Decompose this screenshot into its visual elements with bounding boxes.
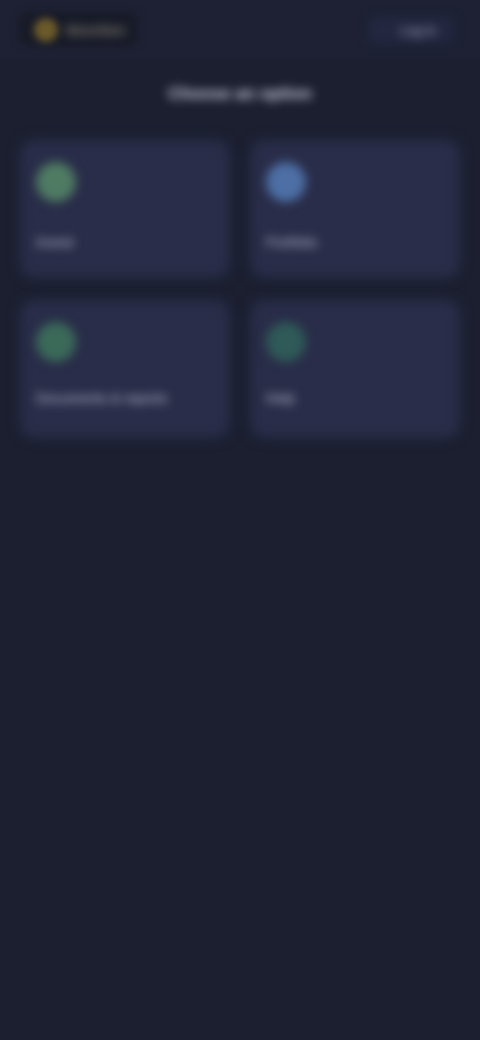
login-button-label: Log in: [400, 23, 436, 38]
tile-documents[interactable]: [20, 300, 230, 438]
help-icon: [266, 322, 306, 362]
chart-icon: [36, 162, 76, 202]
user-icon: [266, 162, 306, 202]
top-bar: Moonfare Log in: [0, 0, 480, 58]
tile-portfolio-label: Portfolio: [266, 234, 318, 250]
app-screen: Moonfare Log in Choose an option Invest …: [0, 0, 480, 1040]
tile-documents-label: Documents & reports: [36, 390, 168, 406]
tile-invest-label: Invest: [36, 234, 74, 250]
option-grid: Invest Portfolio Documents & reports Hel…: [20, 140, 460, 450]
brand-name: Moonfare: [66, 22, 126, 38]
logo-icon: [34, 18, 58, 42]
tile-help-label: Help: [266, 390, 295, 406]
tile-help[interactable]: [250, 300, 460, 438]
document-icon: [36, 322, 76, 362]
tile-portfolio[interactable]: [250, 140, 460, 278]
tile-invest[interactable]: [20, 140, 230, 278]
page-title: Choose an option: [168, 84, 312, 103]
